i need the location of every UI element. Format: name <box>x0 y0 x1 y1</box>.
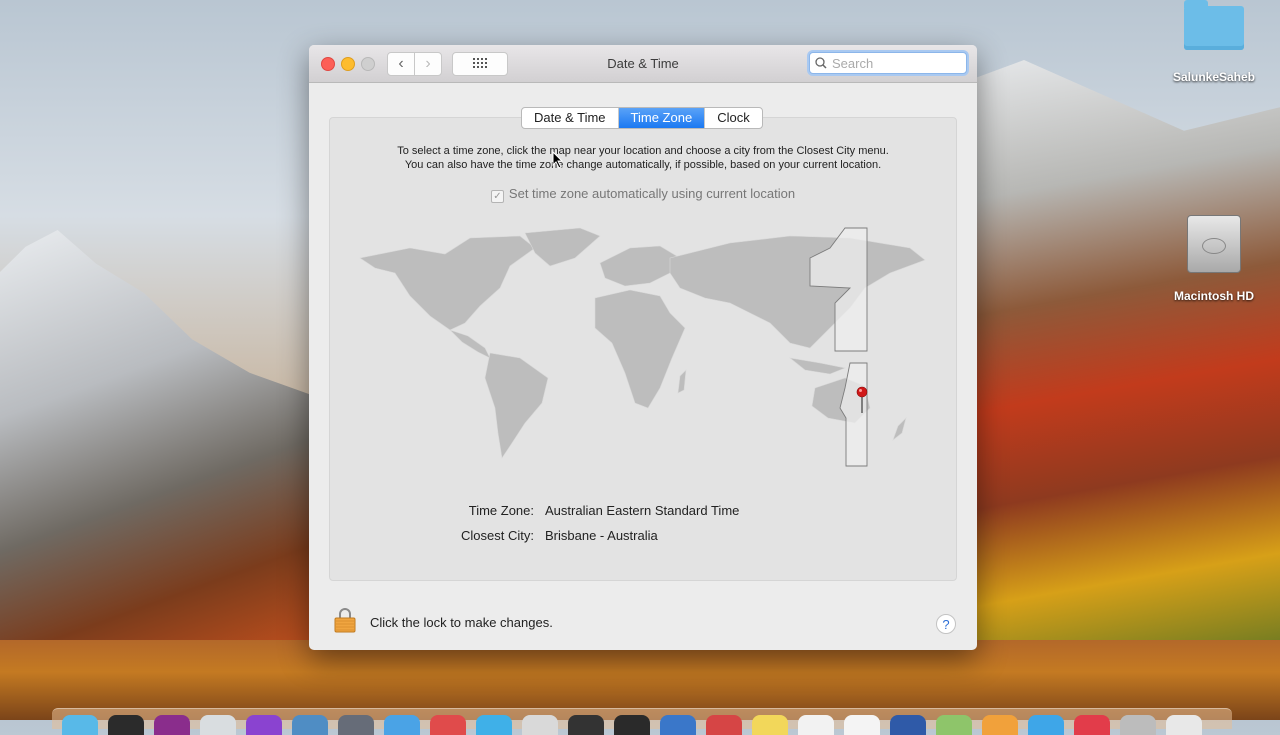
help-button[interactable]: ? <box>936 614 956 634</box>
dock-app-icon[interactable] <box>292 715 328 735</box>
instructions-line-2: You can also have the time zone change a… <box>404 159 882 171</box>
map-asia <box>669 235 926 349</box>
close-button[interactable] <box>321 57 335 71</box>
map-central-america <box>449 329 491 359</box>
time-zone-label: Time Zone: <box>468 503 534 518</box>
dock-app-icon[interactable] <box>660 715 696 735</box>
lock-icon[interactable] <box>334 607 356 633</box>
closest-city-value[interactable]: Brisbane - Australia <box>545 528 658 543</box>
map-indonesia <box>788 357 847 375</box>
dock-app-icon[interactable] <box>1074 715 1110 735</box>
dock-app-icon[interactable] <box>982 715 1018 735</box>
dock-app-icon[interactable] <box>1166 715 1202 735</box>
desktop-item-folder[interactable]: SalunkeSaheb <box>1164 0 1264 84</box>
desktop-item-label: SalunkeSaheb <box>1172 70 1256 84</box>
dock-app-icon[interactable] <box>384 715 420 735</box>
back-button[interactable]: ‹ <box>387 52 415 76</box>
map-north-america <box>359 235 536 331</box>
dock-app-icon[interactable] <box>522 715 558 735</box>
dock-app-icon[interactable] <box>568 715 604 735</box>
mouse-cursor-icon <box>552 151 564 169</box>
auto-timezone-checkbox[interactable]: ✓ <box>490 190 504 203</box>
instructions: To select a time zone, click the map nea… <box>330 144 956 172</box>
dock-app-icon[interactable] <box>476 715 512 735</box>
wallpaper-mountain-left <box>0 230 320 650</box>
dock-app-icon[interactable] <box>430 715 466 735</box>
map-greenland <box>524 227 601 267</box>
dock-app-icon[interactable] <box>936 715 972 735</box>
chevron-left-icon: ‹ <box>398 55 404 72</box>
dock-app-icon[interactable] <box>246 715 282 735</box>
desktop-item-hard-drive[interactable]: Macintosh HD <box>1164 215 1264 303</box>
hard-drive-icon <box>1187 215 1241 273</box>
wallpaper-mountain-right <box>960 60 1280 650</box>
dock-app-icon[interactable] <box>62 715 98 735</box>
dock-app-icon[interactable] <box>798 715 834 735</box>
auto-timezone-label: Set time zone automatically using curren… <box>508 186 796 201</box>
forward-button[interactable]: › <box>414 52 442 76</box>
map-new-zealand <box>892 416 907 441</box>
footer: Click the lock to make changes. ? <box>309 600 977 640</box>
zoom-button[interactable] <box>361 57 375 71</box>
minimize-button[interactable] <box>341 57 355 71</box>
dock-app-icon[interactable] <box>338 715 374 735</box>
desktop-item-label: Macintosh HD <box>1173 289 1254 303</box>
dock-app-icon[interactable] <box>154 715 190 735</box>
world-map[interactable] <box>350 218 935 478</box>
auto-timezone-option: ✓ Set time zone automatically using curre… <box>330 186 956 203</box>
date-time-window: ‹ › Date & Time Date & Time Time Zone Cl… <box>309 45 977 650</box>
search-field[interactable] <box>809 52 967 74</box>
folder-icon <box>1184 0 1244 50</box>
help-icon: ? <box>942 617 950 632</box>
tab-bar: Date & Time Time Zone Clock <box>521 107 763 129</box>
chevron-right-icon: › <box>425 55 431 72</box>
dock-app-icon[interactable] <box>706 715 742 735</box>
dock-app-icon[interactable] <box>752 715 788 735</box>
show-all-button[interactable] <box>452 52 508 76</box>
lock-message: Click the lock to make changes. <box>370 615 553 630</box>
instructions-line-1: To select a time zone, click the map nea… <box>397 145 889 157</box>
titlebar: ‹ › Date & Time <box>309 45 977 83</box>
map-madagascar <box>677 369 687 394</box>
tab-date-time[interactable]: Date & Time <box>522 108 619 128</box>
dock-app-icon[interactable] <box>1028 715 1064 735</box>
tab-time-zone[interactable]: Time Zone <box>618 108 706 128</box>
map-africa <box>594 289 686 409</box>
dock-app-icon[interactable] <box>614 715 650 735</box>
closest-city-label: Closest City: <box>461 528 534 543</box>
selected-timezone-band <box>809 227 868 467</box>
dock-app-icon[interactable] <box>890 715 926 735</box>
tab-clock[interactable]: Clock <box>705 108 762 128</box>
time-zone-panel: To select a time zone, click the map nea… <box>329 117 957 581</box>
time-zone-value: Australian Eastern Standard Time <box>545 503 740 518</box>
search-input[interactable] <box>832 55 960 71</box>
map-south-america <box>484 352 549 459</box>
dock-app-icon[interactable] <box>844 715 880 735</box>
dock-app-icon[interactable] <box>1120 715 1156 735</box>
map-europe <box>599 245 681 287</box>
dock-app-icon[interactable] <box>108 715 144 735</box>
grid-icon <box>473 58 487 68</box>
search-icon <box>815 57 827 69</box>
dock <box>52 708 1232 735</box>
dock-app-icon[interactable] <box>200 715 236 735</box>
